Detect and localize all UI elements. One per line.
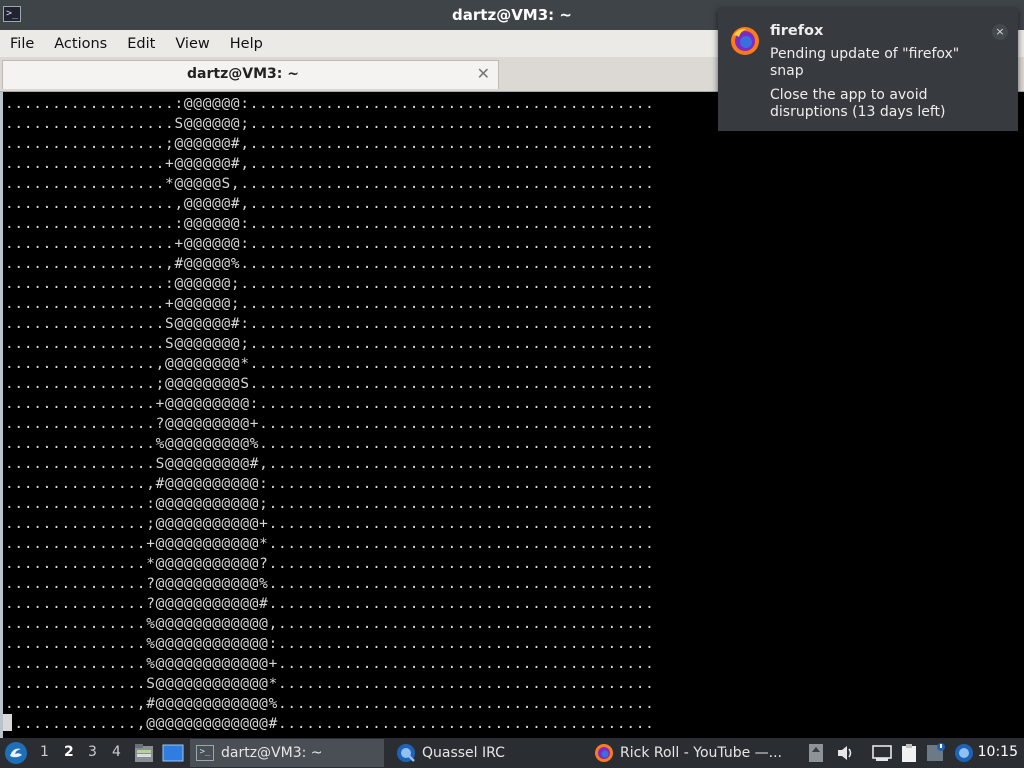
task-label: Quassel IRC	[422, 745, 505, 761]
terminal-output: ..................:@@@@@@:..............…	[5, 96, 655, 732]
start-menu-icon[interactable]	[4, 741, 28, 765]
quassel-icon	[397, 744, 415, 762]
menu-view[interactable]: View	[165, 36, 219, 52]
terminal-scrollbar[interactable]	[1019, 92, 1024, 738]
menu-edit[interactable]: Edit	[117, 36, 165, 52]
tab-close-icon[interactable]: ✕	[477, 64, 490, 83]
notification-popup[interactable]: firefox Pending update of "firefox" snap…	[718, 8, 1018, 131]
task-quassel[interactable]: Quassel IRC	[392, 739, 582, 767]
workspace-4[interactable]: 4	[112, 744, 121, 760]
notification-icon[interactable]	[926, 742, 946, 764]
clipboard-icon[interactable]	[900, 743, 918, 763]
taskbar: 1 2 3 4 >_ dartz@VM3: ~ Quassel IRC Rick…	[0, 738, 1024, 768]
network-icon[interactable]	[872, 744, 892, 762]
task-label: Rick Roll - YouTube —...	[620, 745, 782, 761]
terminal-cursor	[3, 714, 12, 731]
volume-icon[interactable]	[836, 744, 854, 762]
clock[interactable]: 10:15	[978, 744, 1018, 760]
menu-help[interactable]: Help	[220, 36, 273, 52]
show-desktop-icon[interactable]	[162, 744, 184, 762]
task-firefox[interactable]: Rick Roll - YouTube —...	[592, 739, 792, 767]
notification-close-icon[interactable]: ×	[992, 24, 1008, 40]
menu-actions[interactable]: Actions	[44, 36, 117, 52]
notification-body: Close the app to avoid disruptions (13 d…	[770, 87, 946, 120]
menu-file[interactable]: File	[0, 36, 44, 52]
updates-icon[interactable]	[808, 743, 824, 763]
notification-app-name: firefox	[770, 23, 824, 39]
notification-summary: Pending update of "firefox" snap	[770, 46, 960, 79]
terminal-icon: >_	[196, 745, 214, 761]
workspace-2[interactable]: 2	[64, 744, 74, 760]
tab-label: dartz@VM3: ~	[187, 66, 299, 82]
tab-terminal[interactable]: dartz@VM3: ~ ✕	[2, 60, 499, 89]
workspace-3[interactable]: 3	[88, 744, 97, 760]
firefox-icon	[595, 744, 613, 762]
task-terminal[interactable]: >_ dartz@VM3: ~	[190, 739, 384, 767]
workspace-1[interactable]: 1	[40, 744, 49, 760]
quassel-tray-icon[interactable]	[954, 743, 974, 763]
firefox-icon	[731, 27, 759, 55]
task-label: dartz@VM3: ~	[221, 745, 323, 761]
terminal-view[interactable]: ..................:@@@@@@:..............…	[0, 92, 1024, 738]
file-manager-icon[interactable]	[134, 742, 154, 764]
